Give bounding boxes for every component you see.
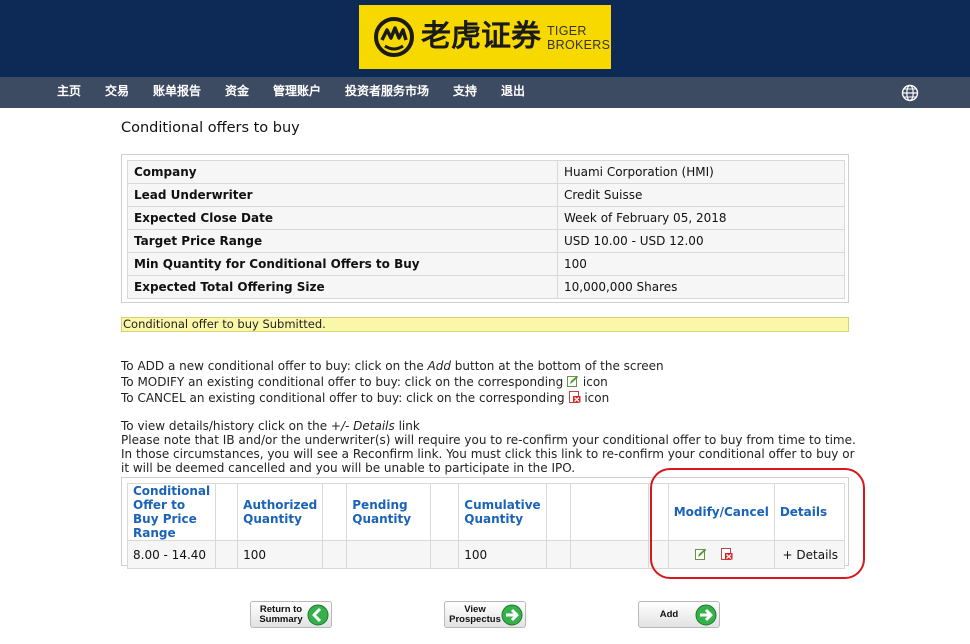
- info-value: USD 10.00 - USD 12.00: [557, 229, 845, 253]
- table-row: Target Price Range USD 10.00 - USD 12.00: [127, 229, 845, 253]
- info-value: 10,000,000 Shares: [557, 275, 845, 299]
- info-value: Week of February 05, 2018: [557, 206, 845, 230]
- cell-authorized: 100: [237, 540, 324, 569]
- col-header-spacer: [430, 483, 460, 541]
- logo-chinese-text: 老虎证券: [421, 19, 541, 54]
- table-row: Expected Close Date Week of February 05,…: [127, 206, 845, 230]
- tiger-brokers-logo[interactable]: 老虎证券 TIGER BROKERS: [359, 5, 611, 69]
- instruction-text: To ADD a new conditional offer to buy: c…: [121, 359, 428, 373]
- cell-spacer: [545, 540, 571, 569]
- return-to-summary-button[interactable]: Return to Summary: [250, 601, 332, 628]
- info-value: Credit Suisse: [557, 183, 845, 207]
- table-row: Lead Underwriter Credit Suisse: [127, 183, 845, 207]
- info-label: Expected Close Date: [127, 206, 558, 230]
- nav-item-reports[interactable]: 账单报告: [153, 77, 201, 108]
- nav-item-logout[interactable]: 退出: [501, 77, 525, 108]
- nav-item-trade[interactable]: 交易: [105, 77, 129, 108]
- col-header-cumulative: Cumulative Quantity: [458, 483, 547, 541]
- main-nav: 主页 交易 账单报告 资金 管理账户 投资者服务市场 支持 退出: [0, 77, 970, 108]
- instruction-text: To MODIFY an existing conditional offer …: [121, 375, 568, 389]
- top-header: 老虎证券 TIGER BROKERS: [0, 0, 970, 77]
- offering-info-table: Company Huami Corporation (HMI) Lead Und…: [127, 160, 845, 299]
- info-label: Company: [127, 160, 558, 184]
- cell-spacer: [215, 540, 239, 569]
- highlight-annotation: [650, 468, 865, 579]
- info-label: Expected Total Offering Size: [127, 275, 558, 299]
- col-header-spacer: [215, 483, 239, 541]
- instruction-text: icon: [580, 391, 610, 405]
- button-label: Add: [659, 608, 679, 620]
- info-label: Min Quantity for Conditional Offers to B…: [127, 252, 558, 276]
- instruction-cancel: To CANCEL an existing conditional offer …: [121, 391, 609, 406]
- col-header-price-range: Conditional Offer to Buy Price Range: [126, 483, 217, 541]
- cell-spacer: [322, 540, 348, 569]
- button-label: Return to Summary: [255, 604, 307, 625]
- offering-info-panel: Company Huami Corporation (HMI) Lead Und…: [121, 154, 849, 303]
- info-value: Huami Corporation (HMI): [557, 160, 845, 184]
- logo-english-text: TIGER BROKERS: [547, 24, 610, 52]
- cell-blank: [569, 540, 649, 569]
- table-row: Min Quantity for Conditional Offers to B…: [127, 252, 845, 276]
- cell-spacer: [430, 540, 460, 569]
- view-prospectus-button[interactable]: View Prospectus: [444, 601, 526, 628]
- instruction-emphasis: +/- Details: [330, 419, 395, 433]
- instruction-text: icon: [579, 375, 608, 389]
- instruction-note-1: Please note that IB and/or the underwrit…: [121, 433, 856, 447]
- col-header-pending: Pending Quantity: [346, 483, 432, 541]
- instruction-add: To ADD a new conditional offer to buy: c…: [121, 359, 664, 374]
- nav-item-home[interactable]: 主页: [57, 77, 81, 108]
- instruction-text: To CANCEL an existing conditional offer …: [121, 391, 569, 405]
- arrow-right-icon: [695, 604, 717, 625]
- status-notice: Conditional offer to buy Submitted.: [121, 317, 849, 332]
- arrow-left-icon: [307, 604, 329, 625]
- info-label: Lead Underwriter: [127, 183, 558, 207]
- logo-en-line2: BROKERS: [547, 38, 611, 52]
- button-label-line2: Summary: [259, 613, 303, 625]
- instruction-note-2: In those circumstances, you will see a R…: [121, 447, 855, 461]
- info-label: Target Price Range: [127, 229, 558, 253]
- table-row: Company Huami Corporation (HMI): [127, 160, 845, 184]
- instruction-emphasis: Add: [427, 359, 451, 373]
- logo-en-line1: TIGER: [547, 24, 587, 38]
- cell-pending: [346, 540, 432, 569]
- add-button[interactable]: Add: [638, 601, 720, 628]
- instruction-text: link: [394, 419, 420, 433]
- instruction-text: To view details/history click on the: [121, 419, 331, 433]
- cancel-icon: [568, 391, 580, 403]
- button-label-line2: Prospectus: [449, 613, 501, 625]
- nav-item-support[interactable]: 支持: [453, 77, 477, 108]
- nav-item-manage-account[interactable]: 管理账户: [273, 77, 321, 108]
- col-header-spacer: [322, 483, 348, 541]
- table-row: Expected Total Offering Size 10,000,000 …: [127, 275, 845, 299]
- instruction-modify: To MODIFY an existing conditional offer …: [121, 375, 608, 390]
- col-header-blank: [569, 483, 649, 541]
- col-header-spacer: [545, 483, 571, 541]
- info-value: 100: [557, 252, 845, 276]
- col-header-authorized: Authorized Quantity: [237, 483, 324, 541]
- instruction-text: button at the bottom of the screen: [450, 359, 664, 373]
- edit-icon: [567, 375, 579, 387]
- globe-icon[interactable]: [901, 84, 919, 102]
- tiger-logo-icon: [374, 17, 414, 57]
- arrow-right-icon: [501, 604, 523, 625]
- instruction-details: To view details/history click on the +/-…: [121, 419, 420, 434]
- nav-item-investor-marketplace[interactable]: 投资者服务市场: [345, 77, 429, 108]
- cell-cumulative: 100: [458, 540, 547, 569]
- nav-item-funding[interactable]: 资金: [225, 77, 249, 108]
- instruction-note-3: it will be deemed cancelled and you will…: [121, 461, 576, 475]
- page-title: Conditional offers to buy: [121, 120, 300, 136]
- button-label: View Prospectus: [449, 604, 501, 625]
- cell-price-range: 8.00 - 14.40: [126, 540, 217, 569]
